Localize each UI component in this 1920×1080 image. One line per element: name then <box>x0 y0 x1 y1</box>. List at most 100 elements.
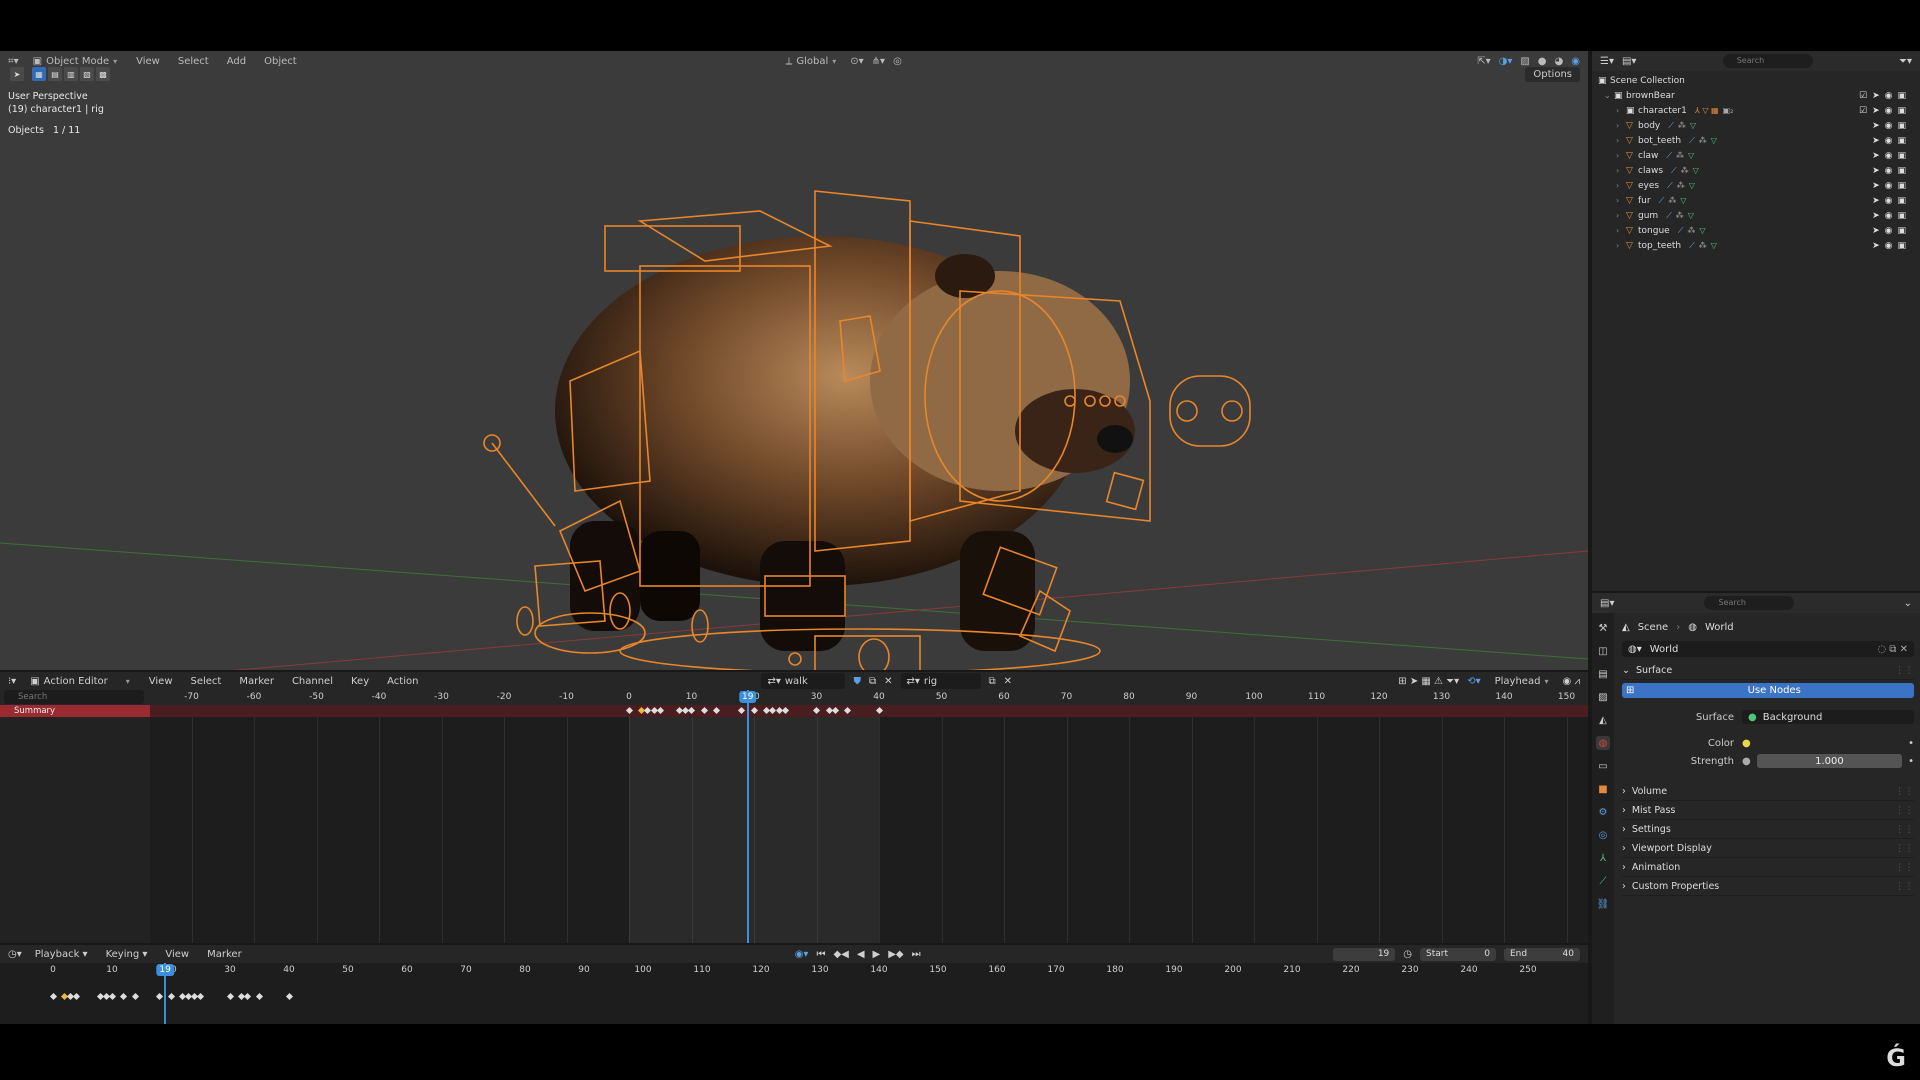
keyframe-dot-icon[interactable]: • <box>1908 738 1914 749</box>
menu-key[interactable]: Key <box>346 676 374 687</box>
collection-row[interactable]: ⌄ ▣ brownBear ☑ ➤ ◉ ▣ <box>1598 88 1914 103</box>
keyframe[interactable] <box>108 992 116 1001</box>
panel-animation[interactable]: › Animation ⋮⋮ <box>1622 858 1914 877</box>
playhead-frame-badge[interactable]: 19 <box>739 691 757 703</box>
view-layer-tab-icon[interactable]: ▨ <box>1596 690 1610 704</box>
frame-gridline <box>1004 690 1005 943</box>
outliner-item-character1[interactable]: › ▣ character1 ⅄ ▽ ▦ ▣₂ ☑ ➤ ◉ ▣ <box>1598 103 1914 118</box>
keyframe[interactable] <box>155 992 163 1001</box>
chevron-down-icon[interactable]: ⌄ <box>1604 91 1614 100</box>
outliner-item-tongue[interactable]: › ▽ tongue ⟋ ⁂ ▽ ➤ ◉ ▣ <box>1598 223 1914 238</box>
use-nodes-button[interactable]: ⊞ Use Nodes <box>1622 683 1914 698</box>
bone-tab-icon[interactable]: ⟋ <box>1596 874 1610 888</box>
outliner-item-bot-teeth[interactable]: › ▽ bot_teeth ⟋ ⁂ ▽ ➤ ◉ ▣ <box>1598 133 1914 148</box>
playhead-line[interactable] <box>746 690 749 943</box>
outliner-item-body[interactable]: › ▽ body ⟋ ⁂ ▽ ➤ ◉ ▣ <box>1598 118 1914 133</box>
menu-select[interactable]: Select <box>186 676 227 687</box>
chevron-down-icon[interactable]: ⌄ <box>1904 598 1912 609</box>
object-tab-icon[interactable]: ■ <box>1596 782 1610 796</box>
outliner-item-claws[interactable]: › ▽ claws ⟋ ⁂ ▽ ➤ ◉ ▣ <box>1598 163 1914 178</box>
editor-type-icon[interactable]: ⁝▾ <box>8 676 16 687</box>
filter-icons[interactable]: ⊞ ➤ ▦ ⚠ ⏷▾ <box>1398 676 1459 687</box>
3d-viewport[interactable]: ⌗▾ ▣ Object Mode ▾ View Select Add Object … <box>0 51 1588 670</box>
keyframe[interactable] <box>167 992 175 1001</box>
keyframe[interactable] <box>196 992 205 1001</box>
checkbox-icon[interactable]: ☑ <box>1859 91 1867 101</box>
proportional-icon[interactable]: ◉ ⩘ <box>1562 676 1580 687</box>
select-arrow-icon[interactable]: ➤ <box>1872 91 1880 101</box>
duplicate-icon[interactable]: ⧉ <box>989 676 996 687</box>
checkbox-icon[interactable]: ☑ <box>1859 106 1867 116</box>
outliner-item-top-teeth[interactable]: › ▽ top_teeth ⟋ ⁂ ▽ ➤ ◉ ▣ <box>1598 238 1914 253</box>
chevron-down-icon: ⌄ <box>1622 664 1630 676</box>
eye-icon[interactable]: ◉ <box>1885 91 1893 101</box>
outliner-search-input[interactable]: Search <box>1722 54 1813 68</box>
panel-settings[interactable]: › Settings ⋮⋮ <box>1622 820 1914 839</box>
playhead-dropdown[interactable]: Playhead ▾ <box>1489 673 1555 689</box>
summary-channel[interactable]: Summary <box>0 705 150 717</box>
display-mode-icon[interactable]: ▤▾ <box>1622 56 1636 67</box>
menu-action[interactable]: Action <box>382 676 423 687</box>
chevron-right-icon[interactable]: › <box>1616 106 1626 115</box>
keyframe[interactable] <box>285 992 293 1001</box>
action-editor[interactable]: ⁝▾ ▣ Action Editor ▾ View Select Marker Ch… <box>0 672 1588 943</box>
menu-view[interactable]: View <box>144 676 178 687</box>
surface-shader-field[interactable]: ● Background <box>1742 710 1914 724</box>
node-icon: ⊞ <box>1626 685 1635 696</box>
outliner-item-fur[interactable]: › ▽ fur ⟋ ⁂ ▽ ➤ ◉ ▣ <box>1598 193 1914 208</box>
summary-track[interactable] <box>0 705 1588 717</box>
keyframe[interactable] <box>73 992 81 1001</box>
action-editor-ruler[interactable]: -70-60-50-40-30-20-100102030405060708090… <box>0 690 1588 705</box>
keyframe[interactable] <box>49 992 57 1001</box>
surface-panel-header[interactable]: ⌄ Surface ⋮⋮ <box>1622 661 1914 680</box>
keyframe[interactable] <box>255 992 264 1001</box>
panel-mist-pass[interactable]: › Mist Pass ⋮⋮ <box>1622 801 1914 820</box>
world-datablock-field[interactable]: ◍▾ World ◌ ⧉ ✕ <box>1622 641 1914 657</box>
close-icon[interactable]: ✕ <box>1004 676 1012 687</box>
scene-tab-icon[interactable]: ◭ <box>1596 713 1610 727</box>
keyframe[interactable] <box>226 992 234 1001</box>
outliner-item-gum[interactable]: › ▽ gum ⟋ ⁂ ▽ ➤ ◉ ▣ <box>1598 208 1914 223</box>
keyframe[interactable] <box>132 992 140 1001</box>
keyframe[interactable] <box>120 992 128 1001</box>
timeline-editor[interactable]: ◷▾ Playback ▾ Keying ▾ View Marker ◉▾ ⏮ … <box>0 945 1588 1024</box>
keyframe[interactable] <box>244 992 252 1001</box>
panel-volume[interactable]: › Volume ⋮⋮ <box>1622 782 1914 801</box>
collection-tab-icon[interactable]: ▭ <box>1596 759 1610 773</box>
output-tab-icon[interactable]: ▤ <box>1596 667 1610 681</box>
physics-tab-icon[interactable]: ◎ <box>1596 828 1610 842</box>
shield-icon[interactable]: ◌ ⧉ ✕ <box>1877 644 1908 655</box>
constraint-tab-icon[interactable]: ⛓ <box>1596 897 1610 911</box>
menu-channel[interactable]: Channel <box>287 676 338 687</box>
mode-dropdown[interactable]: ▣ Action Editor ▾ <box>24 673 136 689</box>
panel-viewport-display[interactable]: › Viewport Display ⋮⋮ <box>1622 839 1914 858</box>
editor-type-icon[interactable]: ☰▾ <box>1600 56 1614 67</box>
render-tab-icon[interactable]: ◫ <box>1596 644 1610 658</box>
action-selector[interactable]: ⇄▾ walk <box>761 673 846 689</box>
fake-user-shield-icon[interactable]: ⛊ <box>853 676 861 687</box>
editor-type-icon[interactable]: ▤▾ <box>1600 598 1614 609</box>
world-tab-icon[interactable]: ◍ <box>1596 736 1610 750</box>
close-icon[interactable]: ✕ <box>884 676 892 687</box>
object-data-tab-icon[interactable]: ⅄ <box>1596 851 1610 865</box>
filter-icon[interactable]: ⏷▾ <box>1899 56 1912 67</box>
eye-icon[interactable]: ◉ <box>1885 106 1893 116</box>
camera-icon[interactable]: ▣ <box>1897 106 1906 116</box>
camera-icon[interactable]: ▣ <box>1897 91 1906 101</box>
modifier-tab-icon[interactable]: ⚙ <box>1596 805 1610 819</box>
tool-tab-icon[interactable]: ⚒ <box>1596 621 1610 635</box>
properties-search-input[interactable]: Search <box>1704 596 1795 610</box>
channel-search-input[interactable]: Search <box>4 690 144 704</box>
select-arrow-icon[interactable]: ➤ <box>1872 106 1880 116</box>
outliner-item-eyes[interactable]: › ▽ eyes ⟋ ⁂ ▽ ➤ ◉ ▣ <box>1598 178 1914 193</box>
keyframe-dot-icon[interactable]: • <box>1908 756 1914 767</box>
outliner-item-claw[interactable]: › ▽ claw ⟋ ⁂ ▽ ➤ ◉ ▣ <box>1598 148 1914 163</box>
menu-marker[interactable]: Marker <box>234 676 279 687</box>
scene-collection-row[interactable]: ▣ Scene Collection <box>1598 73 1914 88</box>
snap-icon[interactable]: ⟲▾ <box>1467 676 1480 687</box>
duplicate-icon[interactable]: ⧉ <box>869 676 876 687</box>
strength-field[interactable]: 1.000 <box>1756 754 1903 768</box>
panel-custom-properties[interactable]: › Custom Properties ⋮⋮ <box>1622 877 1914 896</box>
playhead-frame-badge[interactable]: 19 <box>156 964 174 976</box>
slot-selector[interactable]: ⇄▾ rig <box>900 673 981 689</box>
